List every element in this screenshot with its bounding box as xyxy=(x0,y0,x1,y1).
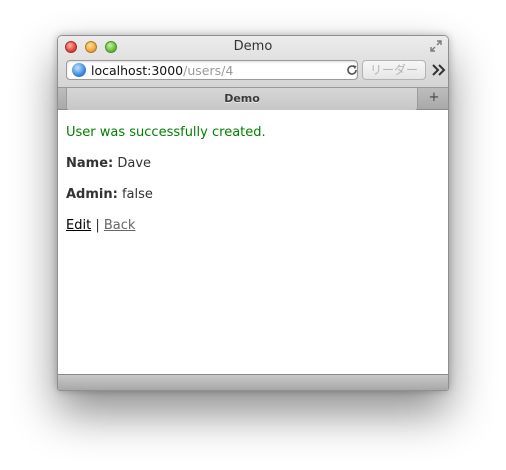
admin-value: false xyxy=(121,187,153,202)
name-field: Name: Dave xyxy=(66,156,151,171)
url-path: /users/4 xyxy=(183,63,234,78)
page-content: User was successfully created. Name: Dav… xyxy=(58,110,448,376)
window-title: Demo xyxy=(233,39,273,54)
address-bar[interactable]: localhost:3000/users/4 xyxy=(66,60,358,80)
titlebar: Demo localhost:3000/users/4 リーダー xyxy=(58,36,448,88)
url-host: localhost:3000 xyxy=(91,63,184,78)
url-text[interactable]: localhost:3000/users/4 xyxy=(91,63,233,78)
browser-window: Demo localhost:3000/users/4 リーダー Demo + … xyxy=(57,35,449,391)
link-separator: | xyxy=(95,218,100,233)
tab-bar: Demo + xyxy=(58,88,448,110)
globe-icon xyxy=(72,63,86,77)
fullscreen-icon[interactable] xyxy=(430,40,442,52)
name-value: Dave xyxy=(117,156,152,171)
edit-link[interactable]: Edit xyxy=(66,218,91,233)
reader-button[interactable]: リーダー xyxy=(362,60,426,80)
reload-icon[interactable] xyxy=(346,64,358,76)
success-notice: User was successfully created. xyxy=(66,125,266,140)
admin-field: Admin: false xyxy=(66,187,153,202)
tab-label: Demo xyxy=(224,92,260,105)
back-link[interactable]: Back xyxy=(104,218,136,233)
action-links: Edit | Back xyxy=(66,218,135,233)
new-tab-button[interactable]: + xyxy=(420,88,448,110)
status-bar xyxy=(58,374,448,390)
name-label: Name: xyxy=(66,156,114,171)
more-icon[interactable] xyxy=(432,64,446,76)
admin-label: Admin: xyxy=(66,187,118,202)
tab-demo[interactable]: Demo xyxy=(66,88,418,110)
